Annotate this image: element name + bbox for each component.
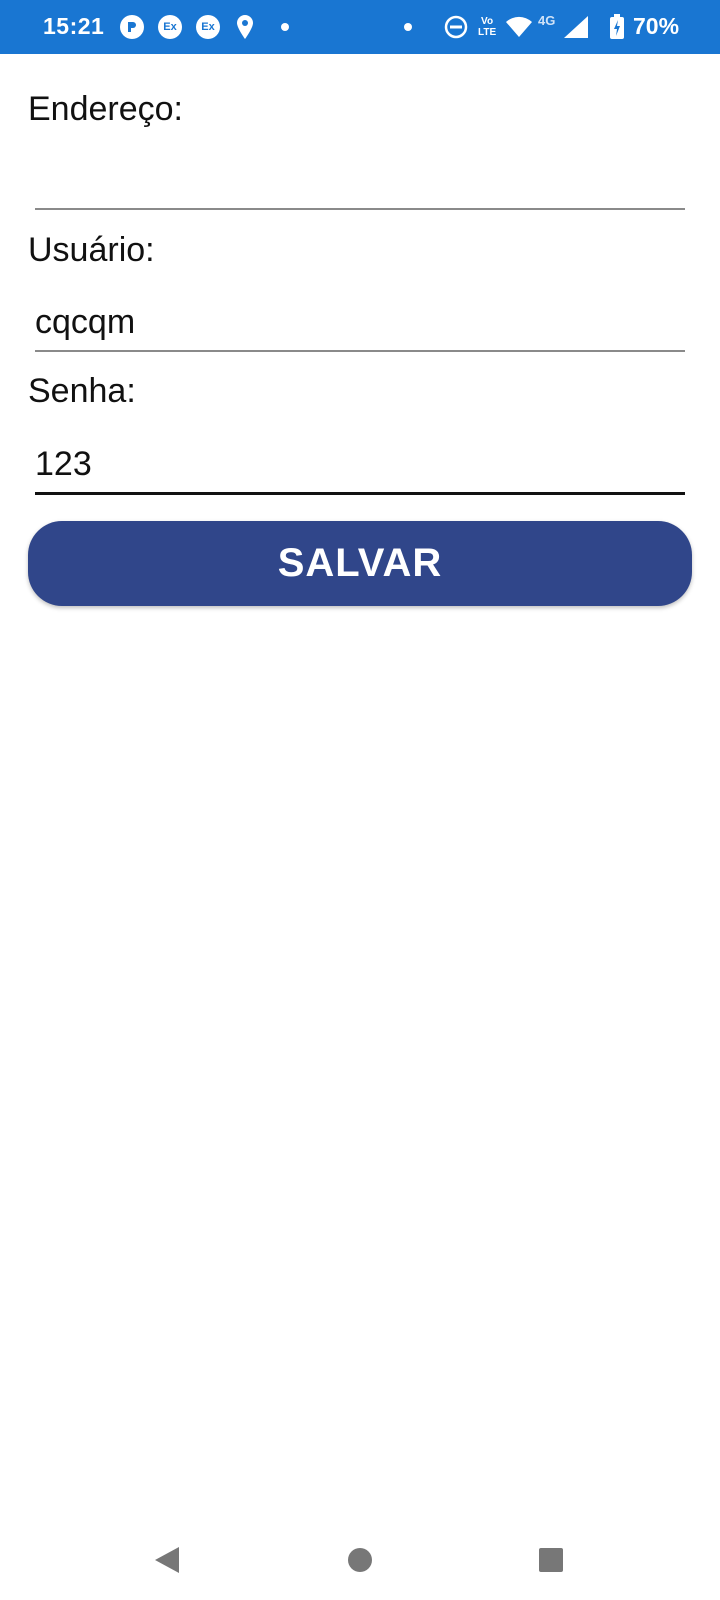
navigation-bar [0, 1520, 720, 1600]
status-bar: 15:21 Ex Ex Vo LTE 4G 70% [0, 0, 720, 54]
volte-bottom-text: LTE [478, 27, 497, 38]
dot-icon [404, 13, 412, 41]
dot-icon [281, 13, 289, 41]
password-underline [35, 492, 685, 495]
wifi-icon [505, 13, 533, 41]
save-button[interactable]: SALVAR [28, 521, 692, 606]
address-label: Endereço: [28, 90, 183, 128]
user-input[interactable] [35, 294, 685, 350]
address-underline [35, 208, 685, 210]
pay-icon [120, 13, 144, 41]
back-icon[interactable] [145, 1538, 189, 1582]
password-input[interactable] [35, 436, 685, 492]
battery-percent: 70% [633, 13, 680, 39]
user-underline [35, 350, 685, 352]
location-icon [235, 13, 255, 41]
network-type: 4G [538, 13, 556, 28]
status-time: 15:21 [43, 13, 105, 39]
volte-icon: Vo LTE [478, 13, 496, 41]
battery-charging-icon [609, 13, 625, 41]
ex-badge-text: Ex [196, 15, 220, 39]
ex-badge-text: Ex [158, 15, 182, 39]
do-not-disturb-icon [444, 13, 468, 41]
password-label: Senha: [28, 372, 136, 410]
exchange-icon: Ex [196, 13, 220, 41]
recents-icon[interactable] [529, 1538, 573, 1582]
home-icon[interactable] [338, 1538, 382, 1582]
volte-top-text: Vo [481, 16, 494, 27]
signal-icon [563, 13, 589, 41]
exchange-icon: Ex [158, 13, 182, 41]
address-input[interactable] [35, 150, 685, 206]
user-label: Usuário: [28, 231, 155, 269]
